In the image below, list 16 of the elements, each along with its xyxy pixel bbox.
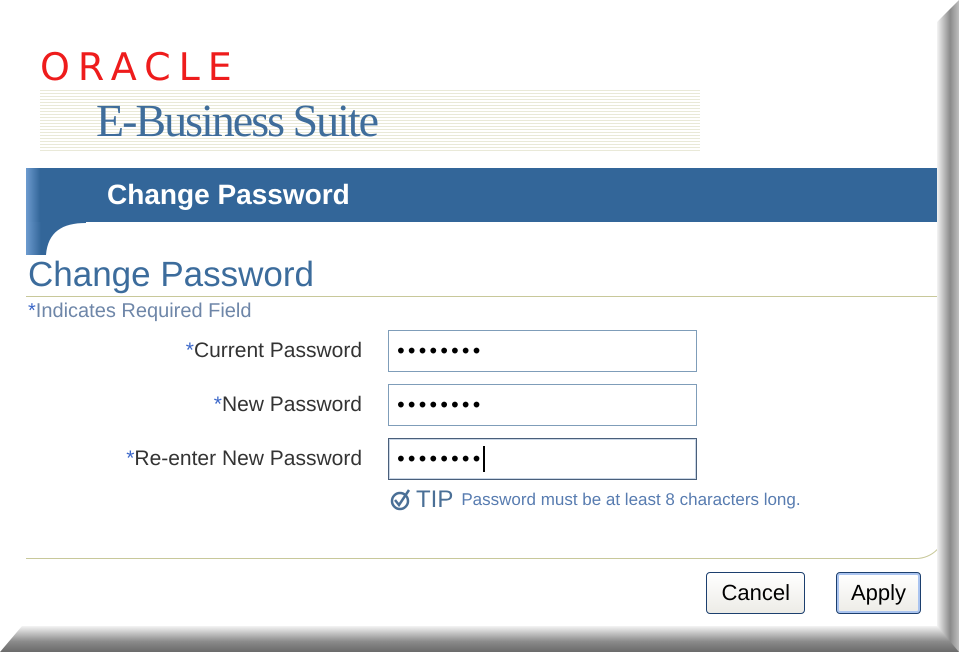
dialog-button[interactable]: Cancel [706, 572, 805, 614]
header-curve [26, 222, 86, 255]
field-label: *Re-enter New Password [126, 447, 362, 471]
tip-label: TIP [416, 486, 454, 514]
required-note: *Indicates Required Field [28, 300, 252, 323]
password-field[interactable]: •••••••• [388, 330, 697, 372]
password-field[interactable]: •••••••• [388, 438, 697, 480]
company-logo: ORACLE [40, 50, 240, 84]
header-title: Change Password [107, 179, 350, 211]
password-field[interactable]: •••••••• [388, 384, 697, 426]
field-label: *Current Password [186, 339, 362, 363]
product-name: E-Business Suite [96, 98, 378, 144]
tip-text: Password must be at least 8 characters long. [461, 490, 801, 510]
dialog-button[interactable]: Apply [836, 572, 921, 614]
check-icon [390, 489, 412, 511]
field-label: *New Password [214, 393, 362, 417]
